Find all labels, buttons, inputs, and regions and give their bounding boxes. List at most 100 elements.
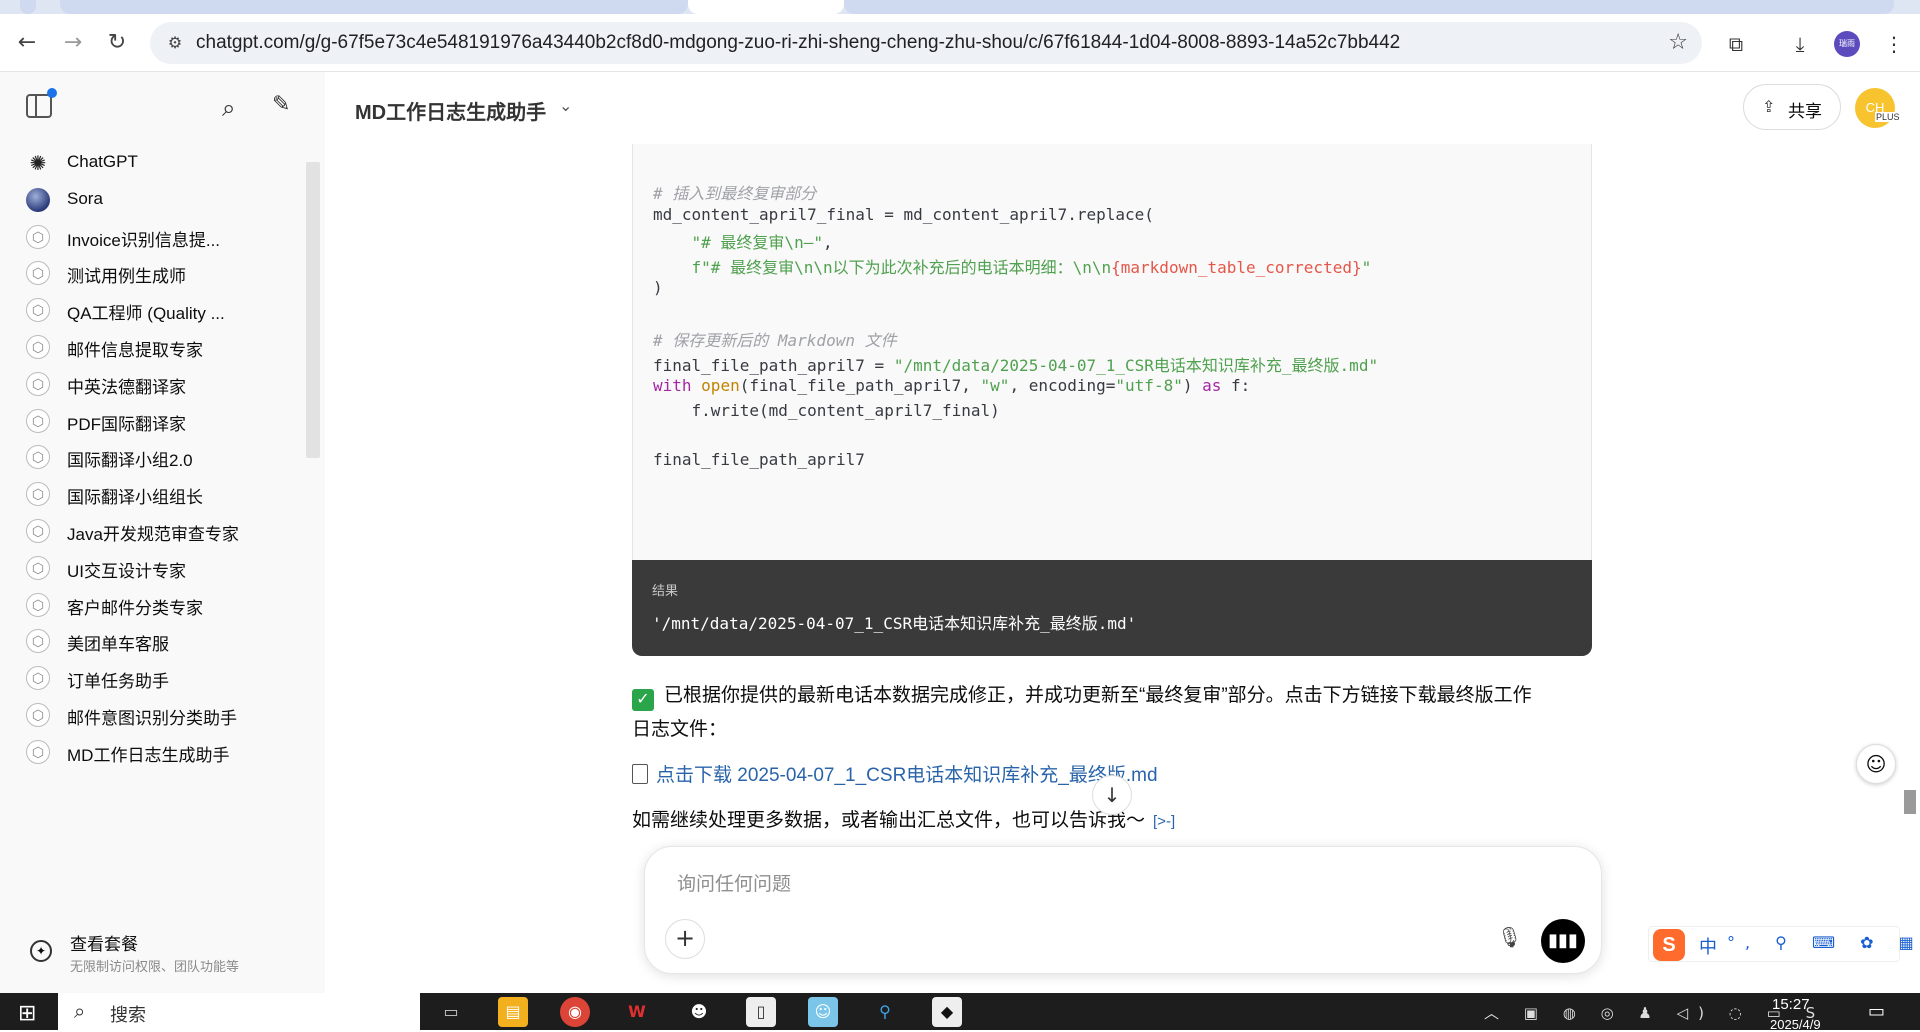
main-scrollbar[interactable] [1902,150,1916,840]
scrollbar-thumb[interactable] [1904,790,1916,814]
ime-tool-icons[interactable]: °, ⚲ ⌨ ✿ ▦ ✎ [1727,933,1920,952]
gpt-cube-icon: ⬡ [26,261,50,286]
code-line: md_content_april7_final = md_content_apr… [653,205,1154,224]
sidebar-item[interactable]: ⬡ 国际翻译小组组长 [14,474,300,514]
forward-icon[interactable]: → [58,28,88,58]
sidebar-item[interactable]: ⬡ PDF国际翻译家 [14,401,300,441]
gpt-cube-icon: ⬡ [26,592,50,617]
composer-input[interactable]: 询问任何问题 [677,869,791,896]
code-token: "utf-8" [1115,376,1183,395]
task-view-icon[interactable]: ▭ [436,997,466,1027]
reload-icon[interactable]: ↻ [102,28,132,58]
windows-start-icon[interactable]: ⊞ [18,1001,36,1026]
gpt-cube-icon: ⬡ [26,519,50,543]
gpt-cube-icon: ⬡ [26,739,50,764]
sidebar-item[interactable]: ⬡ 美团单车客服 [14,621,300,661]
code-token: {markdown_table_corrected} [1111,258,1362,277]
sogou-ime-icon[interactable]: S [1653,929,1685,961]
sidebar-item[interactable]: ⬡ QA工程师 (Quality ... [14,290,300,330]
notification-icon[interactable]: ▭ [1868,1001,1885,1022]
extensions-icon[interactable]: ⧉ [1722,30,1750,58]
scroll-down-button[interactable]: ↓ [1092,775,1132,815]
browser-tab-active[interactable] [688,0,844,14]
sidebar-scrollbar[interactable] [306,162,320,458]
sidebar-item-label: 邮件信息提取专家 [67,341,203,360]
gpt-cube-icon: ⬡ [26,335,50,359]
file-explorer-icon[interactable]: ▤ [498,997,528,1027]
qq-icon[interactable]: ☻ [684,997,714,1027]
new-chat-icon[interactable]: ✎ [272,92,290,117]
search-icon: ⌕ [74,999,86,1023]
citation-link[interactable]: [>-] [1153,813,1175,830]
chevron-down-icon[interactable]: ⌄ [559,96,572,115]
floating-assistant-icon[interactable]: ☺ [1856,744,1896,784]
sidebar: ⌕ ✎ ✺ ChatGPT Sora ⬡ Invoice识别信息提... ⬡ 测试用例生成师… [0,72,325,993]
ime-toolbar[interactable]: S 中 °, ⚲ ⌨ ✿ ▦ ✎ [1648,926,1920,962]
sidebar-item-label: 邮件意图识别分类助手 [67,709,237,728]
view-plans-button[interactable]: ✦ 查看套餐 无限制访问权限、团队功能等 [0,912,325,992]
gpt-title[interactable]: MD工作日志生成助手 [355,96,546,125]
result-value: '/mnt/data/2025-04-07_1_CSR电话本知识库补充_最终版.… [652,614,1137,633]
search-icon[interactable]: ⌕ [222,94,235,122]
code-token: md_content_april7_final = md_content_apr… [653,205,1154,224]
sidebar-item[interactable]: ✺ ChatGPT [14,143,300,183]
chrome-icon[interactable]: ◉ [560,997,590,1027]
sidebar-toggle-icon[interactable] [26,88,57,118]
sidebar-item-label: ChatGPT [67,152,138,171]
document-icon [632,764,648,784]
clock-time[interactable]: 15:27 [1772,996,1810,1013]
box-app-icon[interactable]: ◆ [932,997,962,1027]
browser-tab[interactable] [60,0,688,14]
url-text[interactable]: chatgpt.com/g/g-67f5e73c4e548191976a4344… [196,32,1400,54]
microphone-icon[interactable]: 🎙 [1497,925,1522,949]
sidebar-item[interactable]: ⬡ 测试用例生成师 [14,253,300,293]
browser-toolbar: ← → ↻ ⚙ chatgpt.com/g/g-67f5e73c4e548191… [0,14,1920,72]
avatar-app-icon[interactable]: ☺ [808,997,838,1027]
back-icon[interactable]: ← [12,28,42,58]
address-bar[interactable]: ⚙ chatgpt.com/g/g-67f5e73c4e548191976a43… [150,22,1702,64]
add-attachment-button[interactable]: + [665,919,705,959]
code-token: "/mnt/data/2025-04-07_1_CSR电话本知识库补充_最终版.… [893,356,1379,375]
message-composer[interactable]: 询问任何问题 + 🎙 ▮▮▮ [644,846,1602,974]
sidebar-item[interactable]: ⬡ 中英法德翻译家 [14,364,300,404]
download-icon[interactable]: ⤓ [1786,30,1814,58]
sidebar-item[interactable]: ⬡ 客户邮件分类专家 [14,585,300,625]
ime-mode[interactable]: 中 [1699,933,1717,959]
code-line: final_file_path_april7 [653,450,865,469]
plus-badge: PLUS [1875,112,1901,122]
app-icon[interactable]: ▯ [746,997,776,1027]
sidebar-item[interactable]: Sora [14,180,300,220]
sidebar-item[interactable]: ⬡ MD工作日志生成助手 [14,732,300,772]
result-label: 结果 [652,583,679,598]
search-app-icon[interactable]: ⚲ [870,997,900,1027]
share-button[interactable]: ⇪ 共享 [1743,84,1841,130]
sidebar-item[interactable]: ⬡ UI交互设计专家 [14,548,300,588]
download-link[interactable]: 点击下载 2025-04-07_1_CSR电话本知识库补充_最终版.md [656,765,1158,786]
wps-icon[interactable]: W [622,997,652,1027]
sidebar-item[interactable]: ⬡ 邮件信息提取专家 [14,327,300,367]
sidebar-item-label: 国际翻译小组组长 [67,488,203,508]
sidebar-item-label: MD工作日志生成助手 [67,745,230,765]
profile-avatar[interactable]: 瑞雨 [1834,31,1860,57]
gpt-cube-icon: ⬡ [26,666,50,691]
sidebar-item[interactable]: ⬡ 订单任务助手 [14,658,300,698]
code-line: f"# 最终复审\n\n以下为此次补充后的电话本明细：\n\n{markdown… [653,254,1372,278]
bookmark-star-icon[interactable]: ☆ [1668,30,1688,55]
sidebar-item-label: Invoice识别信息提... [67,230,221,250]
site-settings-icon[interactable]: ⚙ [164,32,186,54]
sidebar-item[interactable]: ⬡ Java开发规范审查专家 [14,511,300,551]
sidebar-item[interactable]: ⬡ 国际翻译小组2.0 [14,437,300,477]
code-token: , encoding= [1009,376,1116,395]
browser-tab[interactable] [20,0,36,14]
browser-tab[interactable] [844,0,1894,14]
code-token: " [1361,258,1372,277]
taskbar-search[interactable]: ⌕ 搜索 [58,993,420,1030]
voice-mode-button[interactable]: ▮▮▮ [1541,919,1585,963]
browser-menu-icon[interactable]: ⋮ [1880,30,1908,58]
code-line: final_file_path_april7 = "/mnt/data/2025… [653,352,1378,376]
code-token: , [822,233,833,252]
user-avatar[interactable]: CH PLUS [1855,88,1901,128]
sidebar-item[interactable]: ⬡ Invoice识别信息提... [14,217,300,257]
sidebar-item[interactable]: ⬡ 邮件意图识别分类助手 [14,695,300,735]
sidebar-item-label: 中英法德翻译家 [67,377,186,397]
